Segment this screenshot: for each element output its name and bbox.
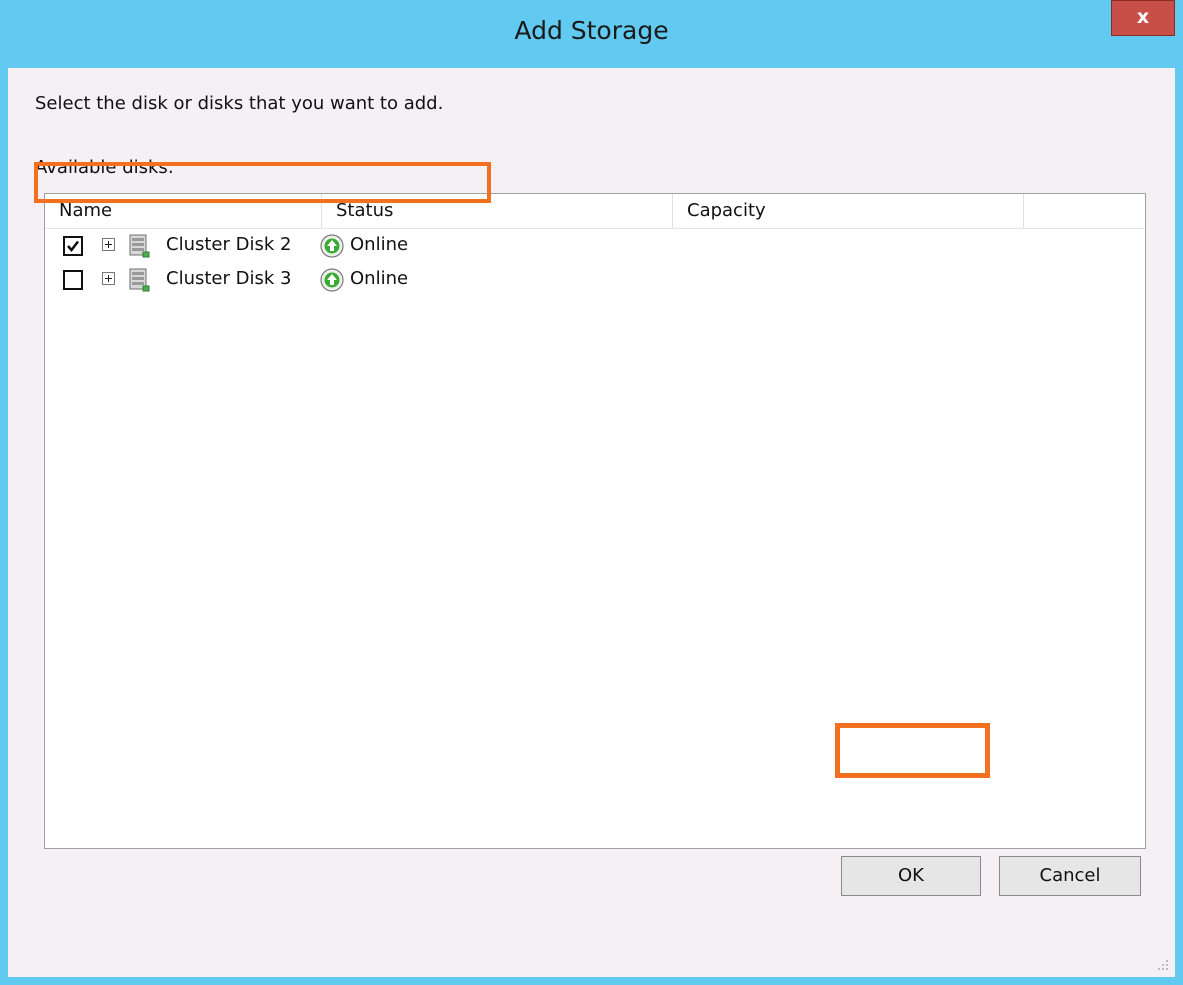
add-storage-dialog: Add Storage x Select the disk or disks t… [0,0,1183,985]
disk-name: Cluster Disk 2 [166,234,292,255]
disk-icon [129,234,150,258]
disk-row[interactable]: Cluster Disk 2 Online [45,231,745,265]
expand-icon[interactable] [102,238,115,251]
title-bar[interactable]: Add Storage x [0,0,1183,68]
disk-checkbox-unchecked[interactable] [63,270,83,290]
resize-grip-icon[interactable] [1155,957,1169,971]
dialog-title: Add Storage [514,16,669,45]
disk-name: Cluster Disk 3 [166,268,292,289]
checkmark-icon [67,240,79,252]
column-header-capacity[interactable]: Capacity [673,194,1024,228]
online-arrow-icon [320,234,344,258]
disk-checkbox-checked[interactable] [63,236,83,256]
disk-status: Online [350,234,409,255]
disk-icon [129,268,150,292]
ok-button[interactable]: OK [841,856,981,896]
disk-row[interactable]: Cluster Disk 3 Online [45,265,745,299]
disk-status: Online [350,268,409,289]
instruction-text: Select the disk or disks that you want t… [35,93,444,114]
cancel-button[interactable]: Cancel [999,856,1141,896]
expand-icon[interactable] [102,272,115,285]
online-arrow-icon [320,268,344,292]
ok-button-highlight [835,723,990,778]
dialog-body: Select the disk or disks that you want t… [8,68,1175,977]
selected-disk-highlight [34,162,491,203]
close-button[interactable]: x [1111,0,1175,36]
